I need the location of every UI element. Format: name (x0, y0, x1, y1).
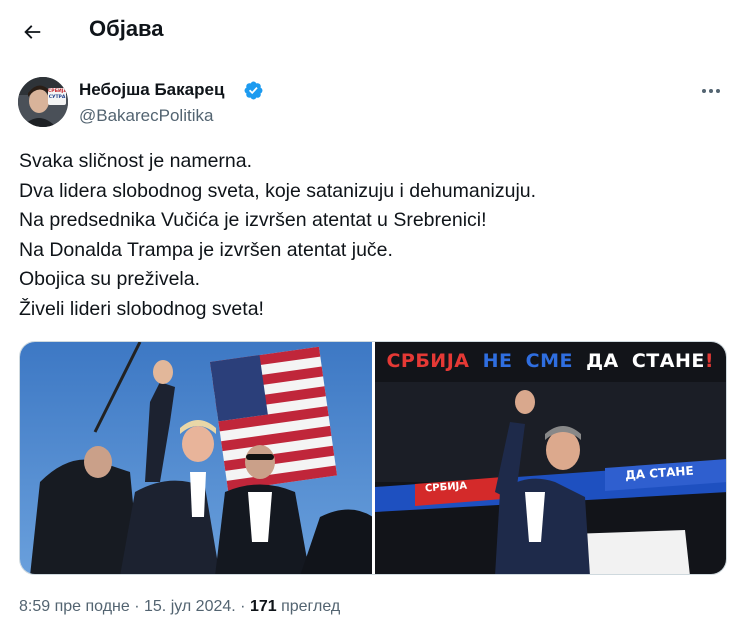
avatar[interactable]: СРБИЈА СУТРА (18, 77, 68, 127)
photo-left-image (20, 342, 372, 574)
tweet-line: Živeli lideri slobodnog sveta! (19, 297, 264, 320)
avatar-image (18, 77, 68, 127)
meta-separator: · (129, 598, 144, 615)
more-options-button[interactable] (694, 77, 728, 105)
tweet-line: Na predsednika Vučića je izvršen atentat… (19, 209, 487, 231)
avatar-badge-line2: СУТРА (48, 95, 66, 100)
views-label: преглед (276, 598, 341, 615)
more-dot (709, 89, 713, 93)
media-photo-right[interactable]: СРБИЈА НЕ СМЕ ДА СТАНЕ! СРБИЈА ДА СТАНЕ (374, 342, 727, 574)
banner-word: ДА (586, 350, 619, 372)
tweet-line: Dva lidera slobodnog sveta, koje sataniz… (19, 179, 537, 202)
tweet-meta: 8:59 пре подне · 15. јул 2024. · 171 пре… (19, 598, 340, 616)
author-row: СРБИЈА СУТРА Небојша Бакарец @BakarecPol… (18, 77, 728, 131)
tweet-line: Svaka sličnost je namerna. (19, 150, 253, 172)
tweet-line: Na Donalda Trampa je izvršen atentat juč… (19, 238, 393, 261)
media-photo-left[interactable] (20, 342, 372, 574)
meta-separator: · (235, 598, 250, 615)
tweet-media: СРБИЈА НЕ СМЕ ДА СТАНЕ! СРБИЈА ДА СТАНЕ (19, 341, 727, 575)
avatar-badge: СРБИЈА СУТРА (48, 89, 67, 101)
banner-word: НЕ (482, 350, 513, 372)
tweet-text: Svaka sličnost je namerna. Dva lidera sl… (19, 147, 719, 324)
banner-word: СМЕ (525, 350, 573, 372)
banner-text: СРБИЈА НЕ СМЕ ДА СТАНЕ! (375, 350, 727, 372)
top-bar: Објава (0, 0, 738, 60)
views-count: 171 (249, 598, 277, 615)
more-dot (702, 89, 706, 93)
page-title: Објава (89, 16, 164, 41)
banner-word: СТАНЕ (631, 350, 705, 372)
photo-right-image (374, 342, 726, 574)
arrow-left-icon (24, 25, 41, 39)
banner-word: СРБИЈА (386, 350, 470, 372)
more-dot (716, 89, 720, 93)
tweet-line: Obojica su preživela. (19, 268, 201, 290)
verified-badge-icon[interactable] (243, 80, 264, 101)
author-handle[interactable]: @BakarecPolitika (79, 106, 213, 126)
back-button[interactable] (12, 12, 52, 52)
banner-word: ! (704, 350, 715, 372)
tweet-date-link[interactable]: 15. јул 2024. (144, 598, 236, 615)
tweet-time-link[interactable]: 8:59 пре подне (19, 598, 130, 615)
author-name[interactable]: Небојша Бакарец (79, 80, 224, 100)
